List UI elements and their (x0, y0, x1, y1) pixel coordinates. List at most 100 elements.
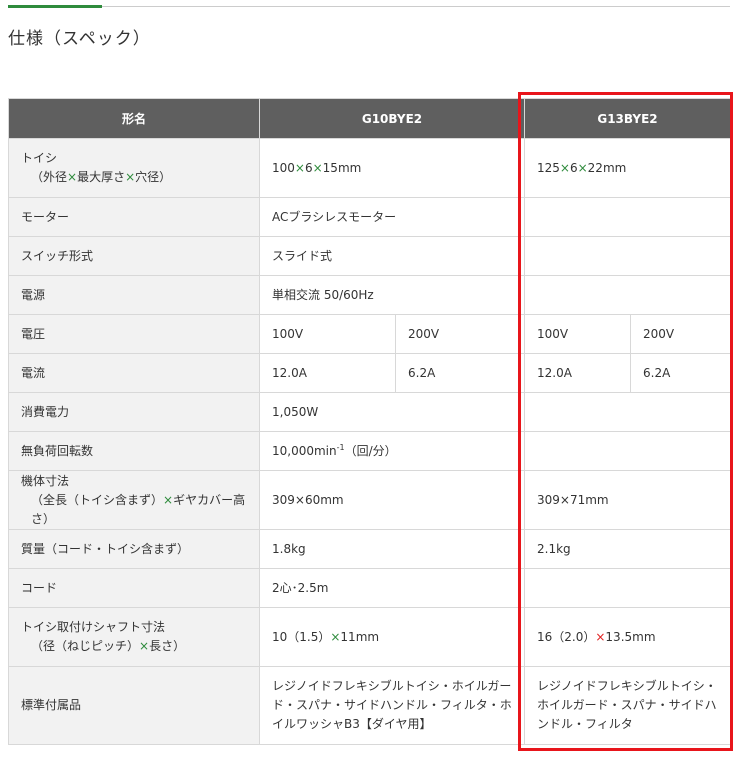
top-divider-accent (8, 5, 102, 8)
times-sign: × (312, 160, 323, 175)
cell-voltage-b2: 200V (630, 314, 731, 354)
cell-no-load-speed-b (524, 431, 731, 471)
value-text: 6 (304, 160, 313, 175)
times-sign: × (330, 629, 341, 644)
row-shaft: トイシ取付けシャフト寸法 （径（ねじピッチ）×長さ） 10（1.5）×11mm … (8, 607, 731, 667)
times-sign: × (125, 170, 136, 184)
cell-power-source-a: 単相交流 50/60Hz (259, 275, 525, 315)
row-label-no-load-speed: 無負荷回転数 (8, 431, 260, 471)
value-text: 22mm (587, 160, 627, 175)
header-model-b: G13BYE2 (524, 98, 731, 139)
times-sign: × (577, 160, 588, 175)
cell-no-load-speed-a: 10,000min-1（回/分） (259, 431, 525, 471)
superscript: -1 (336, 442, 345, 452)
label-sub: （外径×最大厚さ×穴径） (21, 168, 247, 187)
cell-current-b2: 6.2A (630, 353, 731, 393)
row-label-wheel: トイシ （外径×最大厚さ×穴径） (8, 138, 260, 198)
cell-accessories-b: レジノイドフレキシブルトイシ・ホイルガード・スパナ・サイドハンドル・フィルタ (524, 666, 731, 745)
spec-table: 形名 G10BYE2 G13BYE2 トイシ （外径×最大厚さ×穴径） 100×… (8, 98, 731, 745)
row-power-source: 電源 単相交流 50/60Hz (8, 275, 731, 315)
cell-current-a2: 6.2A (395, 353, 525, 393)
row-label-accessories: 標準付属品 (8, 666, 260, 745)
row-mass: 質量（コード・トイシ含まず） 1.8kg 2.1kg (8, 529, 731, 569)
cell-shaft-b: 16（2.0）×13.5mm (524, 607, 731, 667)
times-sign: × (67, 170, 78, 184)
value-text: 100 (272, 160, 295, 175)
cell-accessories-a: レジノイドフレキシブルトイシ・ホイルガード・スパナ・サイドハンドル・フィルタ・ホ… (259, 666, 525, 745)
value-text: 11mm (340, 629, 380, 644)
value-unit: （回/分） (344, 443, 397, 458)
label-text: （径（ねじピッチ） (31, 639, 140, 653)
row-label-cord: コード (8, 568, 260, 608)
row-no-load-speed: 無負荷回転数 10,000min-1（回/分） (8, 431, 731, 471)
row-label-motor: モーター (8, 197, 260, 237)
row-label-current: 電流 (8, 353, 260, 393)
cell-voltage-a2: 200V (395, 314, 525, 354)
row-motor: モーター ACブラシレスモーター (8, 197, 731, 237)
cell-dimensions-b: 309×71mm (524, 470, 731, 530)
label-text: 最大厚さ (77, 170, 126, 184)
row-current: 電流 12.0A 6.2A 12.0A 6.2A (8, 353, 731, 393)
row-wheel: トイシ （外径×最大厚さ×穴径） 100×6×15mm 125×6×22mm (8, 138, 731, 198)
value-text: 6 (569, 160, 578, 175)
value-text: 15mm (322, 160, 362, 175)
times-sign: × (163, 492, 174, 507)
top-divider (8, 6, 730, 7)
cell-switch-a: スライド式 (259, 236, 525, 276)
page-title: 仕様（スペック） (8, 29, 151, 49)
row-label-mass: 質量（コード・トイシ含まず） (8, 529, 260, 569)
cell-power-source-b (524, 275, 731, 315)
cell-shaft-a: 10（1.5）×11mm (259, 607, 525, 667)
label-text: （全長（トイシ含まず） (31, 492, 164, 507)
header-row: 形名 G10BYE2 G13BYE2 (8, 98, 731, 139)
times-sign: × (294, 160, 305, 175)
cell-motor-b (524, 197, 731, 237)
cell-switch-b (524, 236, 731, 276)
row-cord: コード 2心･2.5m (8, 568, 731, 608)
label-line: 機体寸法 (21, 473, 70, 488)
times-sign: × (139, 639, 150, 653)
row-dimensions: 機体寸法 （全長（トイシ含まず）×ギヤカバー高さ） 309×60mm 309×7… (8, 470, 731, 530)
value-text: 13.5mm (605, 629, 656, 644)
times-sign: × (559, 492, 570, 507)
label-text: 長さ） (149, 639, 186, 653)
label-sub: （全長（トイシ含まず）×ギヤカバー高さ） (21, 491, 247, 529)
row-label-power-consumption: 消費電力 (8, 392, 260, 432)
value-text: 10（1.5） (272, 629, 331, 644)
row-label-shaft: トイシ取付けシャフト寸法 （径（ねじピッチ）×長さ） (8, 607, 260, 667)
cell-cord-b (524, 568, 731, 608)
label-line: トイシ取付けシャフト寸法 (21, 620, 166, 634)
value-text: 10,000min (272, 443, 337, 458)
header-model-name: 形名 (8, 98, 260, 139)
row-voltage: 電圧 100V 200V 100V 200V (8, 314, 731, 354)
times-sign: × (294, 492, 305, 507)
header-model-a: G10BYE2 (259, 98, 525, 139)
row-label-dimensions: 機体寸法 （全長（トイシ含まず）×ギヤカバー高さ） (8, 470, 260, 530)
row-label-power-source: 電源 (8, 275, 260, 315)
label-sub: （径（ねじピッチ）×長さ） (21, 637, 247, 656)
value-text: 16（2.0） (537, 629, 596, 644)
cell-power-consumption-b (524, 392, 731, 432)
row-power-consumption: 消費電力 1,050W (8, 392, 731, 432)
cell-wheel-a: 100×6×15mm (259, 138, 525, 198)
row-switch: スイッチ形式 スライド式 (8, 236, 731, 276)
cell-mass-a: 1.8kg (259, 529, 525, 569)
cell-power-consumption-a: 1,050W (259, 392, 525, 432)
cell-motor-a: ACブラシレスモーター (259, 197, 525, 237)
cell-voltage-a1: 100V (259, 314, 396, 354)
value-text: 60mm (304, 492, 344, 507)
label-text: 穴径） (135, 170, 172, 184)
times-sign: × (595, 629, 606, 644)
value-text: 309 (272, 492, 295, 507)
cell-wheel-b: 125×6×22mm (524, 138, 731, 198)
value-text: 309 (537, 492, 560, 507)
cell-voltage-b1: 100V (524, 314, 631, 354)
cell-dimensions-a: 309×60mm (259, 470, 525, 530)
cell-current-a1: 12.0A (259, 353, 396, 393)
row-label-voltage: 電圧 (8, 314, 260, 354)
cell-cord-a: 2心･2.5m (259, 568, 525, 608)
value-text: 71mm (569, 492, 609, 507)
row-accessories: 標準付属品 レジノイドフレキシブルトイシ・ホイルガード・スパナ・サイドハンドル・… (8, 666, 731, 745)
value-text: 125 (537, 160, 560, 175)
cell-current-b1: 12.0A (524, 353, 631, 393)
